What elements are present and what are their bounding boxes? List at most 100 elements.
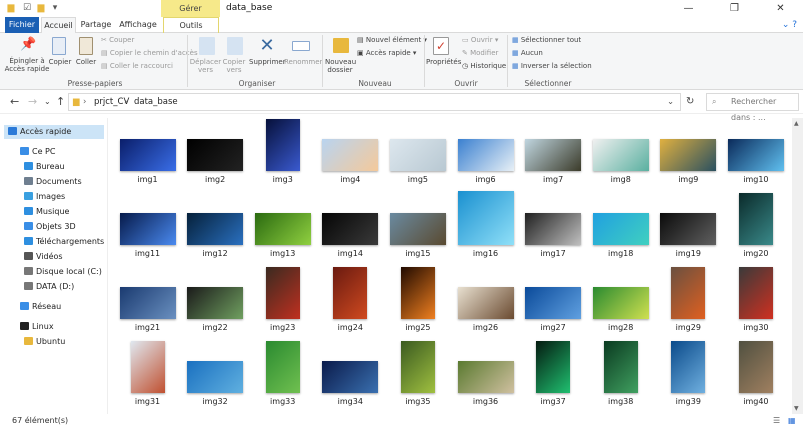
- tab-affichage[interactable]: Affichage: [118, 17, 158, 33]
- sidebar-item-images[interactable]: Images: [24, 190, 65, 204]
- sidebar-item-disque-local-c[interactable]: Disque local (C:): [24, 265, 102, 279]
- history-button[interactable]: ◷ Historique: [462, 62, 506, 71]
- file-item-img30[interactable]: img30: [721, 266, 790, 338]
- forward-arrow-icon[interactable]: →: [28, 95, 37, 108]
- file-item-img24[interactable]: img24: [316, 266, 385, 338]
- pin-button[interactable]: Épingler à Accès rapide: [2, 57, 52, 73]
- file-item-img26[interactable]: img26: [451, 266, 520, 338]
- sidebar-item-bureau[interactable]: Bureau: [24, 160, 65, 174]
- file-item-img16[interactable]: img16: [451, 191, 520, 264]
- sidebar-item-data-d[interactable]: DATA (D:): [24, 280, 74, 294]
- easy-access-button[interactable]: ▣ Accès rapide ▾: [357, 49, 416, 58]
- copy-button[interactable]: Copier: [48, 58, 72, 66]
- thumbnail-view-icon[interactable]: ▦: [788, 414, 796, 428]
- file-item-img21[interactable]: img21: [113, 266, 182, 338]
- file-item-img15[interactable]: img15: [383, 192, 452, 264]
- file-item-img40[interactable]: img40: [721, 340, 790, 412]
- cut-button[interactable]: ✂ Couper: [101, 36, 134, 45]
- back-arrow-icon[interactable]: ←: [10, 95, 19, 108]
- breadcrumb-data-base[interactable]: data_base: [134, 94, 178, 110]
- delete-button[interactable]: Supprimer: [249, 58, 286, 66]
- new-folder-button[interactable]: Nouveau dossier: [325, 58, 356, 74]
- maximize-icon[interactable]: ❐: [712, 0, 757, 17]
- file-item-img29[interactable]: img29: [654, 266, 723, 338]
- tab-fichier[interactable]: Fichier: [5, 17, 39, 33]
- file-item-img5[interactable]: img5: [383, 118, 452, 190]
- file-item-img33[interactable]: img33: [248, 340, 317, 412]
- scrollbar[interactable]: ▲ ▼: [792, 118, 803, 414]
- customize-toolbar-icon[interactable]: ▾: [50, 3, 60, 13]
- file-item-img31[interactable]: img31: [113, 340, 182, 412]
- select-all-button[interactable]: ▦ Sélectionner tout: [512, 36, 581, 45]
- new-folder-icon[interactable]: ▆: [36, 3, 46, 13]
- file-item-img7[interactable]: img7: [519, 118, 588, 190]
- properties-button[interactable]: Propriétés: [426, 58, 461, 66]
- edit-button[interactable]: ✎ Modifier: [462, 49, 498, 58]
- move-button[interactable]: Déplacer vers: [189, 58, 222, 74]
- file-item-img12[interactable]: img12: [181, 192, 250, 264]
- file-item-img13[interactable]: img13: [248, 192, 317, 264]
- sidebar-item-r-seau[interactable]: Réseau: [20, 300, 61, 314]
- sidebar-item-linux[interactable]: Linux: [20, 320, 54, 334]
- select-none-button[interactable]: ▦ Aucun: [512, 49, 543, 58]
- address-bar[interactable]: ▆ › prjct_CV › data_base ⌄: [68, 93, 681, 111]
- sidebar-item-ce-pc[interactable]: Ce PC: [20, 145, 55, 159]
- copy-to-button[interactable]: Copier vers: [219, 58, 249, 74]
- file-item-img36[interactable]: img36: [451, 340, 520, 412]
- rename-button[interactable]: Renommer: [284, 58, 322, 66]
- file-item-img23[interactable]: img23: [248, 266, 317, 338]
- details-view-icon[interactable]: ☰: [773, 414, 780, 428]
- file-item-img35[interactable]: img35: [383, 340, 452, 412]
- new-item-button[interactable]: ▤ Nouvel élément ▾: [357, 36, 427, 45]
- file-item-img20[interactable]: img20: [721, 192, 790, 264]
- recent-dropdown-icon[interactable]: ⌄: [44, 97, 51, 106]
- sidebar-item-documents[interactable]: Documents: [24, 175, 82, 189]
- file-item-img25[interactable]: img25: [383, 266, 452, 338]
- file-item-img18[interactable]: img18: [586, 192, 655, 264]
- file-item-img19[interactable]: img19: [654, 192, 723, 264]
- tab-partage[interactable]: Partage: [80, 17, 112, 33]
- sidebar-item-objets-3d[interactable]: Objets 3D: [24, 220, 76, 234]
- chevron-down-icon[interactable]: ⌄: [667, 94, 674, 110]
- tab-outils-image[interactable]: Outils d'image: [163, 17, 219, 46]
- file-item-img34[interactable]: img34: [316, 340, 385, 412]
- file-item-img9[interactable]: img9: [654, 118, 723, 190]
- file-item-img11[interactable]: img11: [113, 192, 182, 264]
- scroll-down-icon[interactable]: ▼: [794, 405, 799, 412]
- scroll-up-icon[interactable]: ▲: [794, 120, 799, 127]
- file-item-img1[interactable]: img1: [113, 118, 182, 190]
- file-item-img14[interactable]: img14: [316, 192, 385, 264]
- sidebar-item-vid-os[interactable]: Vidéos: [24, 250, 63, 264]
- file-item-img27[interactable]: img27: [519, 266, 588, 338]
- sidebar-item-ubuntu[interactable]: Ubuntu: [24, 335, 65, 349]
- up-arrow-icon[interactable]: ↑: [56, 95, 65, 108]
- file-item-img2[interactable]: img2: [181, 118, 250, 190]
- copy-path-button[interactable]: ▤ Copier le chemin d'accès: [101, 49, 198, 58]
- file-item-img17[interactable]: img17: [519, 192, 588, 264]
- help-icon[interactable]: ⌄ ?: [782, 20, 797, 30]
- file-item-img32[interactable]: img32: [181, 340, 250, 412]
- file-item-img22[interactable]: img22: [181, 266, 250, 338]
- file-item-img37[interactable]: img37: [519, 340, 588, 412]
- refresh-icon[interactable]: ↻: [686, 96, 694, 107]
- manage-context-tab[interactable]: Gérer: [161, 0, 220, 17]
- file-item-img39[interactable]: img39: [654, 340, 723, 412]
- minimize-icon[interactable]: —: [666, 0, 711, 17]
- file-item-img10[interactable]: img10: [721, 118, 790, 190]
- search-input[interactable]: ⌕ Rechercher dans : ...: [706, 93, 799, 122]
- sidebar-item-t-l-chargements[interactable]: Téléchargements: [24, 235, 104, 249]
- open-button[interactable]: ▭ Ouvrir ▾: [462, 36, 498, 45]
- invert-selection-button[interactable]: ▦ Inverser la sélection: [512, 62, 592, 71]
- file-item-img6[interactable]: img6: [451, 118, 520, 190]
- file-item-img38[interactable]: img38: [586, 340, 655, 412]
- file-item-img4[interactable]: img4: [316, 118, 385, 190]
- sidebar-item-musique[interactable]: Musique: [24, 205, 69, 219]
- paste-button[interactable]: Coller: [74, 58, 98, 66]
- file-item-img28[interactable]: img28: [586, 266, 655, 338]
- paste-shortcut-button[interactable]: ▤ Coller le raccourci: [101, 62, 173, 71]
- close-icon[interactable]: ✕: [758, 0, 803, 17]
- file-item-img3[interactable]: img3: [248, 118, 317, 190]
- tab-accueil[interactable]: Accueil: [41, 17, 76, 34]
- sidebar-item-acc-s-rapide[interactable]: Accès rapide: [4, 125, 104, 139]
- properties-icon[interactable]: ☑: [22, 3, 32, 13]
